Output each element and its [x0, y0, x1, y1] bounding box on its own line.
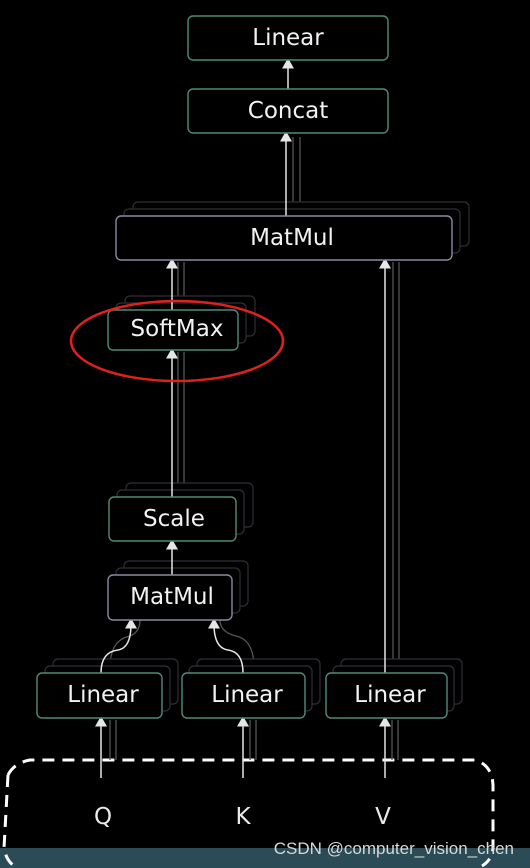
node-label: MatMul	[130, 584, 214, 610]
head-shadow-boxes	[44, 201, 470, 712]
node-softmax: SoftMax	[107, 309, 239, 351]
node-matmul-top: MatMul	[115, 215, 453, 261]
node-scale: Scale	[108, 496, 237, 542]
node-label: Linear	[211, 682, 283, 708]
watermark: CSDN @computer_vision_chen	[274, 839, 514, 858]
node-linear-q: Linear	[36, 672, 163, 719]
multi-head-attention-diagram: Linear Concat MatMul SoftMax Scale MatMu…	[0, 15, 530, 868]
node-label: SoftMax	[131, 316, 224, 342]
node-label: MatMul	[250, 225, 334, 251]
node-linear-k: Linear	[181, 672, 306, 719]
input-q: Q	[94, 804, 112, 830]
node-concat: Concat	[187, 88, 389, 134]
node-label: Linear	[252, 25, 324, 51]
node-label: Scale	[143, 506, 205, 532]
node-label: Linear	[67, 682, 139, 708]
node-matmul-bottom: MatMul	[107, 574, 233, 621]
input-k: K	[235, 804, 251, 830]
node-label: Linear	[354, 682, 426, 708]
node-linear-output: Linear	[187, 15, 389, 61]
input-v: V	[375, 804, 391, 830]
node-linear-v: Linear	[325, 672, 448, 719]
node-label: Concat	[248, 98, 328, 124]
